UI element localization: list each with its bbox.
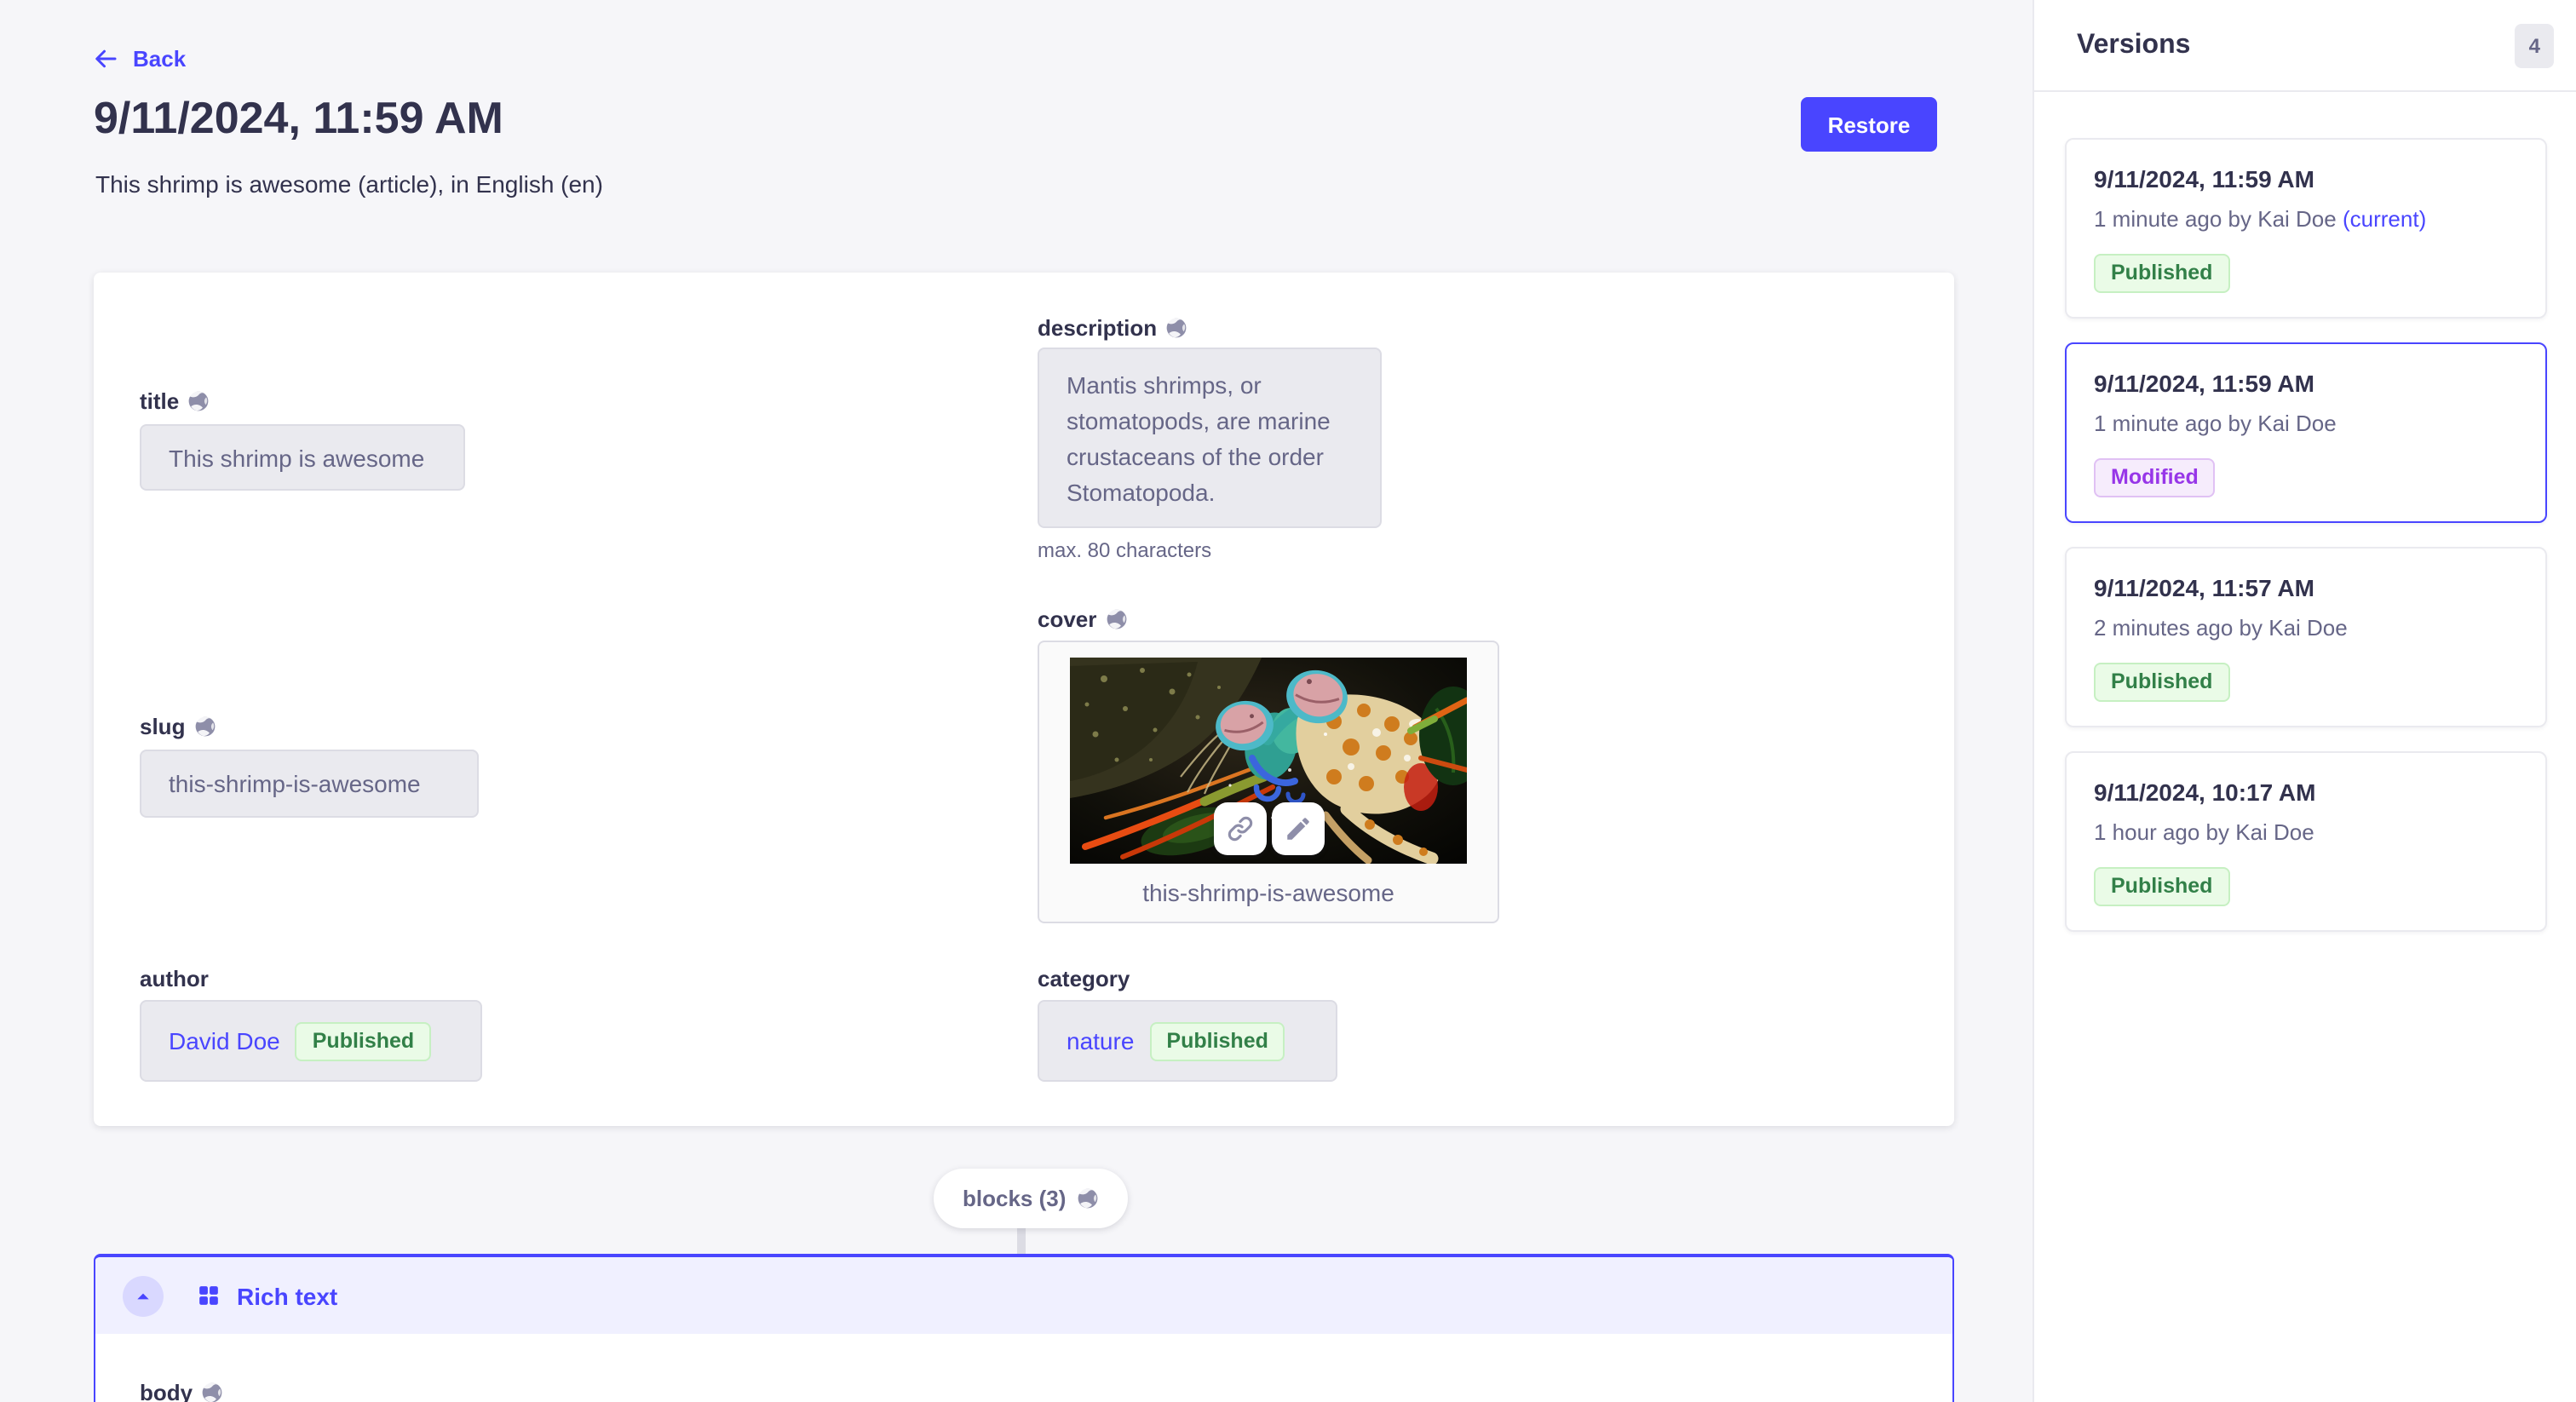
slug-input [140,750,479,818]
version-card[interactable]: 9/11/2024, 11:57 AM 2 minutes ago by Kai… [2065,547,2547,727]
versions-list: 9/11/2024, 11:59 AM 1 minute ago by Kai … [2034,92,2576,932]
page-subtitle: This shrimp is awesome (article), in Eng… [95,170,603,198]
versions-count-badge: 4 [2516,23,2554,67]
title-label: title [140,390,465,412]
version-meta-text: 2 minutes ago by Kai Doe [2094,615,2348,641]
rich-text-body: body [95,1334,1952,1402]
version-card[interactable]: 9/11/2024, 10:17 AM 1 hour ago by Kai Do… [2065,751,2547,932]
version-status-badge: Published [2094,254,2229,293]
arrow-left-icon [94,46,119,72]
version-meta-text: 1 hour ago by Kai Doe [2094,819,2314,845]
version-card[interactable]: 9/11/2024, 11:59 AM 1 minute ago by Kai … [2065,342,2547,523]
collapse-button[interactable] [123,1275,164,1316]
author-relation-link[interactable]: David Doe [169,1027,280,1054]
page-title: 9/11/2024, 11:59 AM [94,92,503,145]
cover-filename: this-shrimp-is-awesome [1039,879,1498,906]
version-status-badge: Published [2094,663,2229,702]
main-panel: Back 9/11/2024, 11:59 AM This shrimp is … [0,0,2033,1402]
cover-field-group: cover [1038,608,1499,923]
slug-label: slug [140,715,479,738]
description-label: description [1038,317,1382,339]
title-input [140,424,465,491]
rich-text-accordion-header[interactable]: Rich text [95,1257,1952,1334]
author-field-group: author David Doe Published [140,968,482,1082]
copy-link-button[interactable] [1213,802,1266,855]
version-date: 9/11/2024, 11:59 AM [2094,165,2518,192]
version-card[interactable]: 9/11/2024, 11:59 AM 1 minute ago by Kai … [2065,138,2547,319]
category-relation-box: nature Published [1038,1000,1337,1082]
category-label: category [1038,968,1337,990]
title-field-group: title [140,390,465,491]
link-icon [1225,814,1254,843]
slug-field-group: slug [140,715,479,818]
version-meta-text: 1 minute ago by Kai Doe [2094,411,2337,436]
version-status-badge: Modified [2094,458,2216,497]
version-meta: 2 minutes ago by Kai Doe [2094,615,2518,641]
versions-header: Versions 4 [2034,0,2576,92]
version-current-label: (current) [2343,206,2426,232]
versions-sidebar: Versions 4 9/11/2024, 11:59 AM 1 minute … [2033,0,2576,1402]
globe-icon [1105,608,1127,630]
component-grid-icon [198,1284,220,1307]
cover-actions [1213,802,1324,855]
form-card: title description Mantis shrimps, or sto… [94,273,1954,1126]
app-root: Back 9/11/2024, 11:59 AM This shrimp is … [0,0,2576,1402]
cover-label: cover [1038,608,1499,630]
author-status-badge: Published [296,1021,431,1060]
version-date: 9/11/2024, 11:59 AM [2094,370,2518,397]
category-field-group: category nature Published [1038,968,1337,1082]
cover-media-card: this-shrimp-is-awesome [1038,641,1499,923]
version-meta-text: 1 minute ago by Kai Doe [2094,206,2337,232]
back-label: Back [133,46,186,72]
category-relation-link[interactable]: nature [1067,1027,1134,1054]
version-meta: 1 hour ago by Kai Doe [2094,819,2518,845]
author-relation-box: David Doe Published [140,1000,482,1082]
globe-icon [193,715,216,738]
body-label: body [140,1382,1952,1402]
version-date: 9/11/2024, 11:57 AM [2094,574,2518,601]
pencil-icon [1283,814,1312,843]
blocks-field-pill: blocks (3) [934,1169,1127,1228]
restore-button[interactable]: Restore [1801,97,1937,152]
description-textarea: Mantis shrimps, or stomatopods, are mari… [1038,348,1382,528]
version-meta: 1 minute ago by Kai Doe [2094,411,2518,436]
globe-icon [1076,1187,1098,1210]
version-date: 9/11/2024, 10:17 AM [2094,779,2518,806]
version-meta: 1 minute ago by Kai Doe (current) [2094,206,2518,232]
versions-title: Versions [2077,30,2190,60]
globe-icon [187,390,210,412]
rich-text-block: Rich text body [94,1254,1954,1402]
author-label: author [140,968,482,990]
version-status-badge: Published [2094,867,2229,906]
description-hint: max. 80 characters [1038,538,1382,562]
back-link[interactable]: Back [94,46,186,72]
globe-icon [1165,317,1187,339]
category-status-badge: Published [1149,1021,1285,1060]
blocks-label: blocks (3) [963,1186,1066,1211]
globe-icon [201,1382,223,1402]
cover-image [1070,658,1467,864]
description-field-group: description Mantis shrimps, or stomatopo… [1038,317,1382,562]
chevron-up-icon [135,1287,152,1304]
edit-image-button[interactable] [1271,802,1324,855]
rich-text-title: Rich text [237,1282,337,1309]
